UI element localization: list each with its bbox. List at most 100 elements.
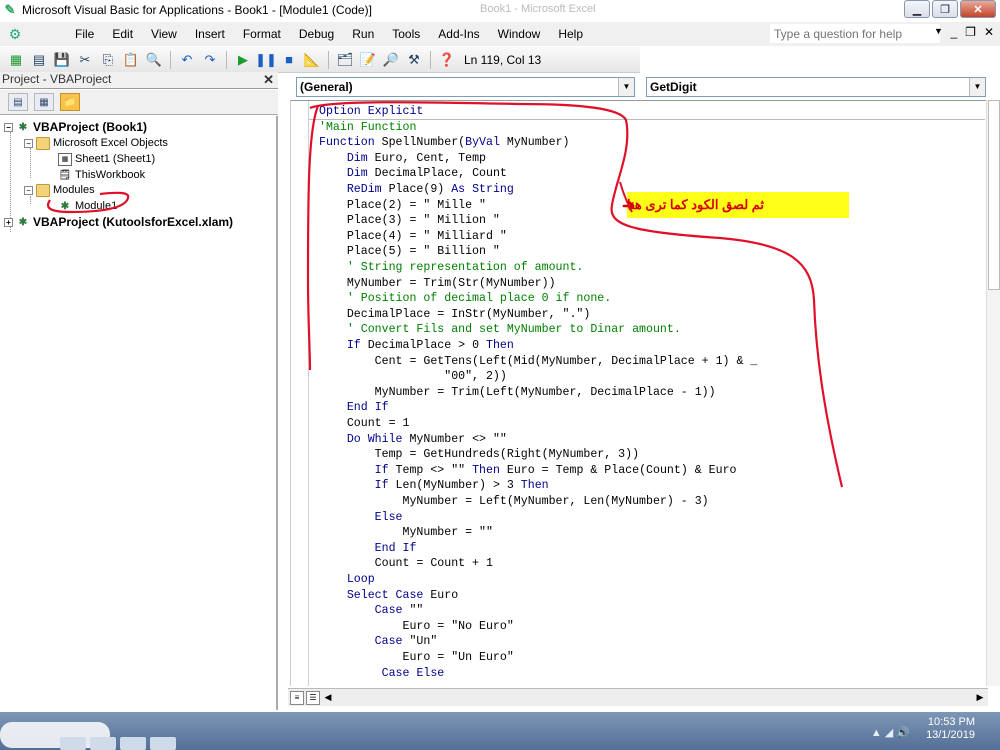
code-line[interactable]: Option Explicit [319,104,423,119]
tree-item-excel-objects[interactable]: − Microsoft Excel Objects [24,135,168,151]
cut-icon[interactable]: ✂ [75,50,95,70]
tree-item-project-kutools[interactable]: + ✱ VBAProject (KutoolsforExcel.xlam) [4,214,233,230]
collapse-icon[interactable]: − [24,138,33,148]
tree-item-thisworkbook[interactable]: 🗒 ThisWorkbook [58,167,145,183]
menu-run[interactable]: Run [343,27,383,41]
help-search-input[interactable] [770,24,940,43]
code-line[interactable]: If DecimalPlace > 0 Then [319,338,514,353]
menu-tools[interactable]: Tools [383,27,429,41]
code-line[interactable]: Count = Count + 1 [319,556,493,571]
code-line[interactable]: 'Main Function [319,120,416,135]
scrollbar-thumb[interactable] [988,100,1000,290]
paste-icon[interactable]: 📋 [121,50,141,70]
code-line[interactable]: "00", 2)) [319,369,507,384]
properties-icon[interactable]: 📝 [358,50,378,70]
code-line[interactable]: Do While MyNumber <> "" [319,432,507,447]
scroll-left-icon[interactable]: ◀ [320,690,336,706]
collapse-icon[interactable]: − [4,122,13,132]
design-mode-icon[interactable]: 📐 [302,50,322,70]
code-line[interactable]: End If [319,541,417,556]
taskbar-app[interactable] [150,737,176,750]
help-icon[interactable]: ❓ [437,50,457,70]
object-dropdown[interactable]: (General) ▼ [296,77,635,97]
break-icon[interactable]: ❚❚ [255,50,277,70]
insert-module-icon[interactable]: ▤ [29,50,49,70]
maximize-button[interactable]: ❐ [932,0,958,18]
code-line[interactable]: Euro = "Un Euro" [319,650,513,665]
code-line[interactable]: Place(2) = " Mille " [319,198,486,213]
procedure-view-icon[interactable]: ≡ [290,690,304,705]
code-line[interactable]: Count = 1 [319,416,410,431]
code-line[interactable]: Cent = GetTens(Left(Mid(MyNumber, Decima… [319,354,758,369]
view-excel-icon[interactable]: ▦ [6,50,26,70]
code-line[interactable]: Select Case Euro [319,588,458,603]
code-line[interactable]: Place(4) = " Milliard " [319,229,507,244]
close-button[interactable]: ✕ [960,0,996,18]
tray-icons[interactable]: ▲ ◢ 🔊 [871,726,910,739]
minimize-button[interactable]: ▁ [904,0,930,18]
mdi-minimize-button[interactable]: _ [950,25,957,39]
code-line[interactable]: If Temp <> "" Then Euro = Temp & Place(C… [319,463,737,478]
code-line[interactable]: If Len(MyNumber) > 3 Then [319,478,549,493]
code-line[interactable]: Temp = GetHundreds(Right(MyNumber, 3)) [319,447,639,462]
code-line[interactable]: Place(3) = " Million " [319,213,500,228]
code-line[interactable]: ReDim Place(9) As String [319,182,514,197]
code-line[interactable]: Place(5) = " Billion " [319,244,500,259]
view-code-button[interactable]: ▤ [8,93,28,111]
view-object-button[interactable]: ▦ [34,93,54,111]
code-line[interactable]: Case "Un" [319,634,438,649]
taskbar-app[interactable] [90,737,116,750]
code-line[interactable]: ' Convert Fils and set MyNumber to Dinar… [319,322,681,337]
code-editor[interactable]: Option Explicit 'Main Function Function Sp… [290,100,986,686]
save-icon[interactable]: 💾 [52,50,72,70]
help-dropdown-arrow-icon[interactable]: ▼ [934,26,943,36]
scroll-right-icon[interactable]: ▶ [972,690,988,706]
object-browser-icon[interactable]: 🔎 [381,50,401,70]
expand-icon[interactable]: + [4,217,13,227]
tree-item-modules[interactable]: − Modules [24,182,95,198]
code-line[interactable]: Else [319,510,403,525]
system-clock[interactable]: 10:53 PM 13/1/2019 [915,716,975,742]
project-explorer-icon[interactable]: 🗂 [335,50,355,70]
reset-icon[interactable]: ■ [279,50,299,70]
toolbox-icon[interactable]: ⚒ [404,50,424,70]
collapse-icon[interactable]: − [24,185,33,195]
full-module-view-icon[interactable]: ☰ [306,690,320,705]
dropdown-arrow-icon[interactable]: ▼ [969,78,985,96]
tree-item-sheet1[interactable]: ▦ Sheet1 (Sheet1) [58,151,155,167]
code-line[interactable]: ' String representation of amount. [319,260,584,275]
code-margin[interactable] [291,101,309,686]
tree-item-project-book1[interactable]: − ✱ VBAProject (Book1) [4,119,147,135]
vertical-scrollbar[interactable] [986,100,1000,686]
menu-window[interactable]: Window [489,27,550,41]
toggle-folders-button[interactable]: 📁 [60,93,80,111]
code-line[interactable]: Dim Euro, Cent, Temp [319,151,486,166]
code-line[interactable]: DecimalPlace = InStr(MyNumber, ".") [319,307,591,322]
menu-debug[interactable]: Debug [290,27,343,41]
code-line[interactable]: ' Position of decimal place 0 if none. [319,291,611,306]
code-line[interactable]: MyNumber = Trim(Str(MyNumber)) [319,276,556,291]
menu-view[interactable]: View [142,27,186,41]
menu-help[interactable]: Help [549,27,592,41]
code-line[interactable]: MyNumber = "" [319,525,492,540]
code-line[interactable]: MyNumber = Left(MyNumber, Len(MyNumber) … [319,494,708,509]
run-icon[interactable]: ▶ [233,50,253,70]
code-line[interactable]: MyNumber = Trim(Left(MyNumber, DecimalPl… [319,385,716,400]
code-line[interactable]: Case "" [319,603,424,618]
menu-format[interactable]: Format [234,27,290,41]
copy-icon[interactable]: ⎘ [98,50,118,70]
dropdown-arrow-icon[interactable]: ▼ [618,78,634,96]
code-line[interactable]: Case Else [319,666,445,681]
vba-app-icon[interactable]: ✎ [2,2,18,18]
mdi-close-button[interactable]: ✕ [984,25,994,39]
code-line[interactable]: Euro = "No Euro" [319,619,513,634]
code-line[interactable]: Function SpellNumber(ByVal MyNumber) [319,135,570,150]
horizontal-scrollbar[interactable]: ≡ ☰ ◀ ▶ [288,688,988,706]
redo-icon[interactable]: ↷ [200,50,220,70]
taskbar-app[interactable] [60,737,86,750]
procedure-dropdown[interactable]: GetDigit ▼ [646,77,986,97]
menu-file[interactable]: File [66,27,103,41]
tree-item-module1[interactable]: ✱ Module1 [58,198,117,214]
menu-insert[interactable]: Insert [186,27,234,41]
code-line[interactable]: End If [319,400,389,415]
